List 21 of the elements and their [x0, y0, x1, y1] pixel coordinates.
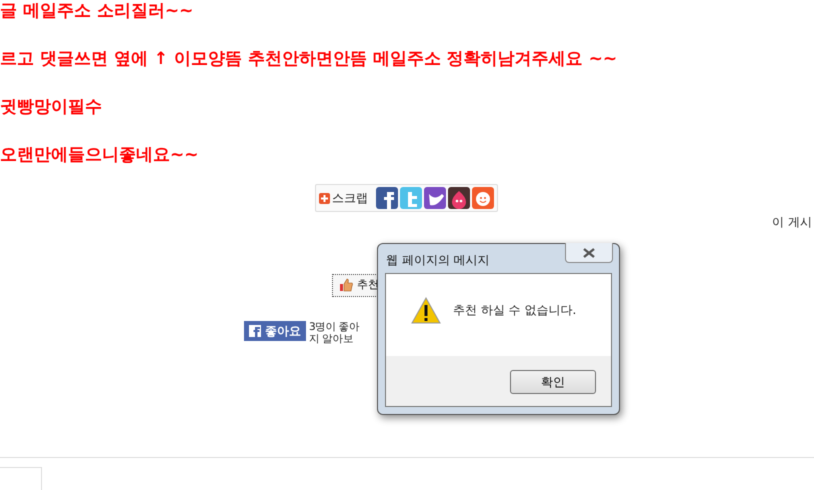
ok-button[interactable]: 확인 [510, 370, 596, 394]
close-button[interactable] [565, 243, 613, 263]
drop-face-icon[interactable] [448, 187, 470, 209]
facebook-icon[interactable] [376, 187, 398, 209]
warning-icon [411, 296, 441, 324]
like-count-text: 3명이 좋아 지 알아보 [309, 321, 360, 345]
post-line: 글 메일주소 소리질러~~ [0, 0, 194, 22]
post-line: 오랜만에들으니좋네요~~ [0, 144, 200, 166]
post-line: 르고 댓글쓰면 옆에 ↑ 이모양뜸 추천안하면안뜸 메일주소 정확히남겨주세요 ~~ [0, 48, 618, 70]
scrap-label[interactable]: 스크랩 [332, 189, 368, 207]
dialog-message: 추천 하실 수 없습니다. [453, 302, 576, 319]
dialog-title: 웹 페이지의 메시지 [386, 252, 490, 269]
like-button[interactable]: 좋아요 [244, 321, 306, 341]
thumbs-up-icon [339, 278, 353, 292]
side-note: 이 게시 [772, 215, 812, 229]
post-line: 귓빵망이필수 [0, 96, 103, 118]
facebook-icon [249, 325, 261, 337]
speech-bubble-icon[interactable] [424, 187, 446, 209]
footer-box [0, 467, 42, 490]
plus-icon[interactable] [319, 192, 330, 204]
close-icon [583, 248, 595, 258]
